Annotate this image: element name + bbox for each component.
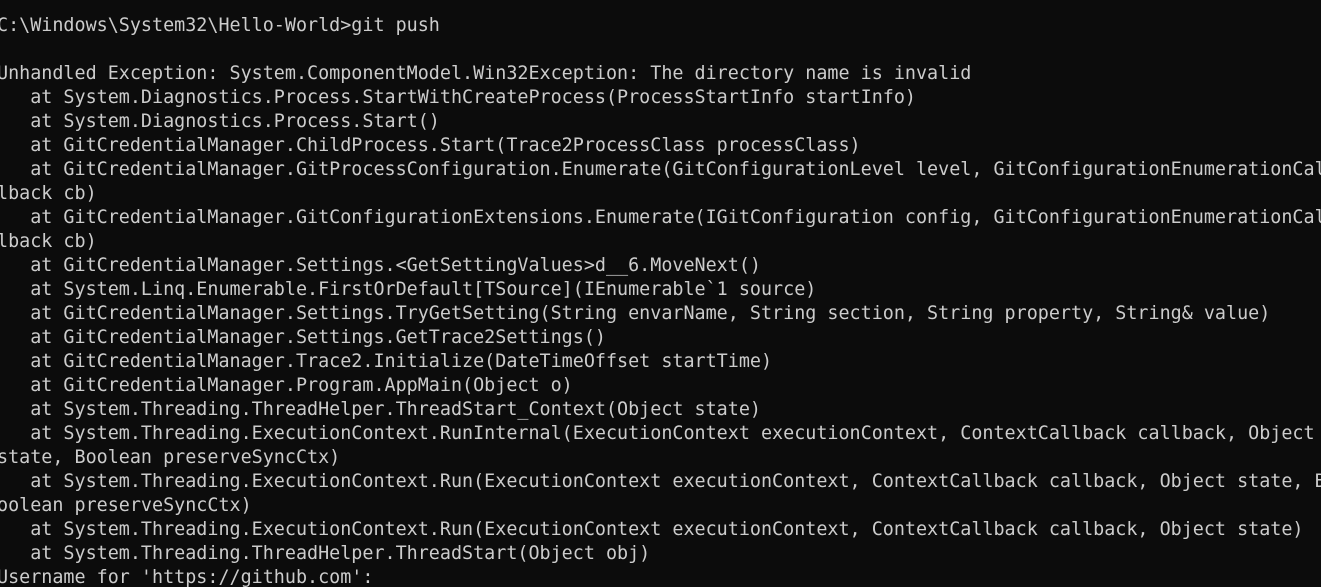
exception-message: Unhandled Exception: System.ComponentMod…: [0, 63, 972, 84]
stack-trace-line: at GitCredentialManager.Settings.TryGetS…: [0, 303, 1271, 324]
stack-trace-line: at System.Threading.ExecutionContext.Run…: [0, 423, 1315, 444]
stack-trace-line: at GitCredentialManager.Program.AppMain(…: [0, 375, 573, 396]
prompt-command-line: C:\Windows\System32\Hello-World>git push: [0, 15, 440, 36]
stack-trace-line: at GitCredentialManager.GitConfiguration…: [0, 207, 1321, 228]
stack-trace-line: at System.Threading.ExecutionContext.Run…: [0, 519, 1304, 540]
stack-trace-line: at GitCredentialManager.ChildProcess.Sta…: [0, 135, 861, 156]
stack-trace-line: at System.Diagnostics.Process.StartWithC…: [0, 87, 916, 108]
stack-trace-line: at GitCredentialManager.GitProcessConfig…: [0, 159, 1321, 180]
stack-trace-line: at System.Linq.Enumerable.FirstOrDefault…: [0, 279, 817, 300]
stack-trace-line-wrap: oolean preserveSyncCtx): [0, 495, 252, 516]
stack-trace-line: at GitCredentialManager.Trace2.Initializ…: [0, 351, 773, 372]
stack-trace-line: at System.Threading.ExecutionContext.Run…: [0, 471, 1321, 492]
stack-trace-line-wrap: lback cb): [0, 231, 97, 252]
stack-trace-line: at System.Threading.ThreadHelper.ThreadS…: [0, 543, 651, 564]
console-window[interactable]: C:\Windows\System32\Hello-World>git push…: [0, 0, 1321, 587]
stack-trace-line: at GitCredentialManager.Settings.GetTrac…: [0, 327, 606, 348]
console-output: C:\Windows\System32\Hello-World>git push…: [0, 14, 1321, 587]
stack-trace-line: at System.Diagnostics.Process.Start(): [0, 111, 440, 132]
stack-trace-line-wrap: state, Boolean preserveSyncCtx): [0, 447, 341, 468]
stack-trace-line: at System.Threading.ThreadHelper.ThreadS…: [0, 399, 761, 420]
stack-trace-line-wrap: lback cb): [0, 183, 97, 204]
stack-trace-line: at GitCredentialManager.Settings.<GetSet…: [0, 255, 761, 276]
username-prompt[interactable]: Username for 'https://github.com':: [0, 566, 1321, 587]
